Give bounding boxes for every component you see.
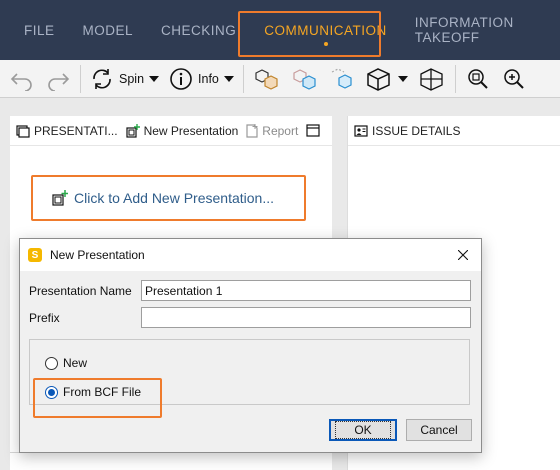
zoom-fit-button[interactable]	[460, 64, 496, 94]
box-icon	[420, 67, 443, 91]
undo-icon	[10, 72, 32, 91]
box-view-button[interactable]	[360, 64, 413, 94]
ok-button[interactable]: OK	[329, 419, 397, 441]
cube-dashed-button[interactable]	[324, 64, 360, 94]
toolbar: Spin Info	[0, 60, 560, 98]
report-button[interactable]: Report	[246, 123, 299, 138]
menu-model-label: MODEL	[82, 22, 134, 38]
new-presentation-label: New Presentation	[143, 123, 239, 138]
app-icon: S	[28, 248, 42, 262]
menu-checking[interactable]: CHECKING	[147, 0, 250, 60]
communication-highlight-box	[238, 11, 381, 57]
info-button[interactable]: Info	[164, 64, 239, 94]
add-presentation-highlight-box	[31, 175, 306, 221]
cubes-icon	[255, 68, 278, 90]
menu-file[interactable]: FILE	[0, 0, 69, 60]
undo-button[interactable]	[4, 64, 40, 94]
zoom-in-icon	[504, 68, 524, 89]
presentation-icon	[16, 124, 30, 138]
spin-label: Spin	[119, 71, 145, 86]
box-icon	[367, 67, 390, 91]
info-icon	[170, 67, 192, 90]
radio-new-label: New	[63, 356, 88, 370]
chevron-down-icon	[149, 75, 160, 82]
presentations-tab[interactable]: PRESENTATI...	[16, 124, 118, 138]
cubes-transparent-button[interactable]	[286, 64, 324, 94]
close-icon	[458, 250, 468, 260]
add-presentation-icon	[125, 123, 140, 138]
cancel-button-label: Cancel	[420, 423, 458, 437]
cubes-color-button[interactable]	[248, 64, 286, 94]
presentation-name-label: Presentation Name	[29, 283, 132, 298]
dialog-close-button[interactable]	[455, 247, 471, 263]
prefix-label: Prefix	[29, 310, 60, 325]
info-label: Info	[198, 71, 219, 86]
bcf-option-highlight-box	[33, 378, 162, 418]
prefix-input[interactable]	[141, 307, 471, 328]
presentations-panel-header: PRESENTATI... New Presentation Report	[10, 116, 332, 146]
spin-button[interactable]: Spin	[85, 64, 164, 94]
issue-details-icon	[354, 124, 368, 137]
cancel-button[interactable]: Cancel	[406, 419, 472, 441]
issue-details-title: ISSUE DETAILS	[372, 123, 461, 138]
presentation-name-row: Presentation Name	[29, 280, 471, 301]
ok-button-label: OK	[335, 421, 391, 439]
cubes-icon	[293, 68, 316, 90]
prefix-row: Prefix	[29, 307, 471, 328]
toolbar-separator	[242, 64, 244, 93]
presentations-title: PRESENTATI...	[34, 123, 118, 138]
redo-icon	[48, 72, 70, 91]
toolbar-separator	[454, 64, 456, 93]
menu-model[interactable]: MODEL	[69, 0, 148, 60]
zoom-fit-icon	[468, 68, 488, 89]
radio-option-new[interactable]: New	[45, 356, 87, 370]
redo-button[interactable]	[40, 64, 76, 94]
toolbar-separator	[80, 64, 81, 93]
new-presentation-button[interactable]: New Presentation	[125, 123, 239, 138]
spin-icon	[93, 68, 111, 89]
menu-information-takeoff-label: INFORMATION TAKEOFF	[414, 15, 514, 45]
window-icon	[306, 124, 320, 137]
zoom-in-button[interactable]	[496, 64, 532, 94]
panel-window-button[interactable]	[306, 124, 320, 137]
chevron-down-icon	[397, 75, 408, 82]
dialog-title: New Presentation	[50, 248, 145, 262]
presentation-name-input[interactable]	[141, 280, 471, 301]
dialog-title-bar: S New Presentation	[20, 239, 481, 271]
report-icon	[246, 123, 258, 138]
chevron-down-icon	[223, 75, 234, 82]
box-icon	[331, 67, 352, 89]
report-label: Report	[262, 123, 299, 138]
section-box-button[interactable]	[413, 64, 451, 94]
menu-information-takeoff[interactable]: INFORMATION TAKEOFF	[401, 0, 560, 60]
new-presentation-dialog: S New Presentation Presentation Name Pre…	[19, 238, 482, 453]
menu-checking-label: CHECKING	[161, 22, 237, 38]
radio-new[interactable]	[45, 356, 58, 370]
menu-file-label: FILE	[24, 22, 55, 38]
issue-details-header: ISSUE DETAILS	[348, 116, 560, 146]
